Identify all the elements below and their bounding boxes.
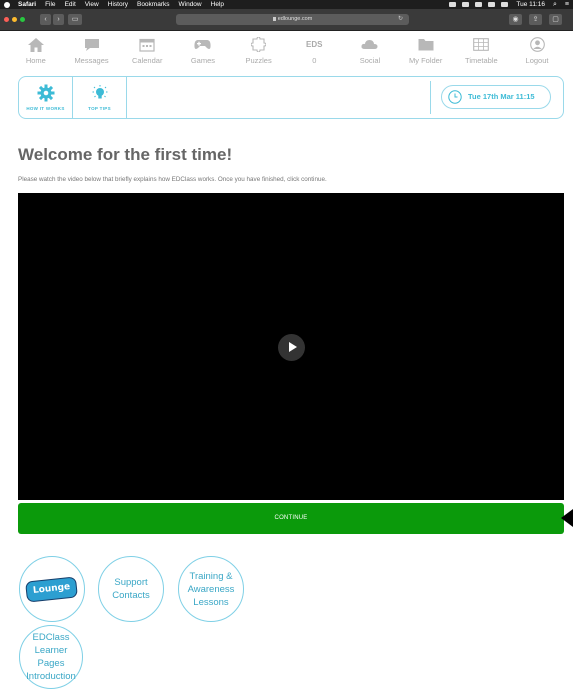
date-display: Tue 17th Mar 11:15 [441, 85, 551, 109]
zoom-window-icon[interactable] [20, 17, 25, 22]
label-line: Lessons [193, 596, 229, 608]
cloud-icon [361, 37, 379, 52]
label-line: Training & [189, 570, 233, 582]
status-area: Tue 11:16 ⌕ ≡ [443, 0, 569, 9]
nav-games[interactable]: Games [175, 31, 230, 71]
menu-view[interactable]: View [85, 0, 99, 9]
gamepad-icon [194, 37, 212, 52]
label-line: EDClass [32, 632, 70, 643]
nav-label: Puzzles [245, 56, 272, 65]
nav-puzzles[interactable]: Puzzles [231, 31, 286, 71]
menu-edit[interactable]: Edit [65, 0, 76, 9]
battery-icon[interactable] [501, 2, 509, 7]
forward-button[interactable]: › [53, 14, 64, 25]
macos-menu-bar: Safari File Edit View History Bookmarks … [0, 0, 573, 9]
top-tips-label: TOP TIPS [88, 106, 111, 111]
how-it-works-label: HOW IT WORKS [26, 106, 65, 111]
window-controls [4, 17, 28, 22]
address-url: edlounge.com [277, 16, 313, 22]
label-line: Contacts [112, 590, 150, 601]
gear-icon [37, 84, 54, 102]
nav-home[interactable]: Home [8, 31, 63, 71]
menu-history[interactable]: History [108, 0, 128, 9]
sidebar-button[interactable]: ▭ [68, 14, 82, 25]
divider [430, 81, 431, 114]
support-contacts-label: Support Contacts [112, 576, 150, 602]
share-button[interactable]: ⇪ [529, 14, 542, 25]
menu-bookmarks[interactable]: Bookmarks [137, 0, 170, 9]
lightbulb-icon [92, 85, 107, 99]
edclass-intro-label: EDClass Learner Pages Introduction [20, 631, 82, 683]
status-icon[interactable] [449, 2, 457, 7]
lock-icon [272, 16, 276, 21]
lounge-link[interactable]: Lounge [19, 556, 85, 622]
nav-label: Calendar [132, 56, 163, 65]
minimize-window-icon[interactable] [12, 17, 17, 22]
nav-label: Games [190, 56, 215, 65]
edclass-intro-link[interactable]: EDClass Learner Pages Introduction [19, 625, 83, 689]
status-icon[interactable] [462, 2, 470, 7]
nav-label: Home [25, 56, 46, 65]
date-text: Tue 17th Mar 11:15 [468, 92, 535, 101]
play-icon[interactable] [278, 334, 305, 361]
control-center-icon[interactable]: ≡ [565, 0, 569, 9]
nav-eds[interactable]: EDS 0 [287, 31, 342, 71]
top-tips-button[interactable]: TOP TIPS [73, 77, 127, 118]
user-icon [528, 37, 546, 52]
puzzle-icon [250, 37, 268, 52]
menu-safari[interactable]: Safari [18, 0, 36, 9]
nav-label: My Folder [408, 56, 443, 65]
support-contacts-link[interactable]: Support Contacts [98, 556, 164, 622]
status-icon[interactable] [475, 2, 483, 7]
label-line: Introduction [26, 671, 76, 682]
lounge-logo: Lounge [25, 575, 79, 603]
nav-my-folder[interactable]: My Folder [398, 31, 453, 71]
site-nav: Home Messages Calendar Games Puzzles EDS… [0, 31, 573, 71]
nav-calendar[interactable]: Calendar [120, 31, 175, 71]
messages-icon [83, 37, 101, 52]
how-it-works-button[interactable]: HOW IT WORKS [19, 77, 73, 118]
wifi-icon[interactable] [488, 2, 496, 7]
close-window-icon[interactable] [4, 17, 9, 22]
calendar-icon [138, 37, 156, 52]
menu-window[interactable]: Window [179, 0, 202, 9]
address-bar[interactable]: edlounge.com ↻ [176, 14, 409, 25]
folder-icon [417, 37, 435, 52]
menu-clock[interactable]: Tue 11:16 [516, 0, 545, 9]
menu-help[interactable]: Help [211, 0, 224, 9]
reload-icon[interactable]: ↻ [398, 14, 403, 25]
nav-label: Timetable [465, 56, 498, 65]
nav-label: Social [359, 56, 381, 65]
menu-file[interactable]: File [45, 0, 55, 9]
continue-button[interactable]: CONTINUE [18, 503, 564, 534]
nav-label: 0 [312, 56, 317, 65]
nav-label: Logout [525, 56, 549, 65]
apple-icon[interactable] [4, 1, 10, 8]
label-line: Learner Pages [34, 645, 68, 669]
back-button[interactable]: ‹ [40, 14, 51, 25]
training-awareness-link[interactable]: Training & Awareness Lessons [178, 556, 244, 622]
nav-social[interactable]: Social [342, 31, 397, 71]
training-awareness-label: Training & Awareness Lessons [188, 570, 235, 609]
nav-label: Messages [74, 56, 109, 65]
browser-toolbar: ‹ › ▭ edlounge.com ↻ ◉ ⇪ ▢ [0, 9, 573, 31]
home-icon [27, 37, 45, 52]
tabs-button[interactable]: ▢ [549, 14, 562, 25]
eds-icon: EDS [306, 40, 323, 49]
intro-text: Please watch the video below that briefl… [18, 176, 327, 183]
timetable-icon [472, 37, 490, 52]
label-line: Awareness [187, 583, 235, 595]
spotlight-icon[interactable]: ⌕ [553, 0, 557, 9]
clock-icon [448, 90, 462, 104]
tips-bar: HOW IT WORKS TOP TIPS Tue 17th Mar 11:15 [18, 76, 564, 119]
label-line: Support [114, 577, 148, 588]
nav-timetable[interactable]: Timetable [454, 31, 509, 71]
nav-logout[interactable]: Logout [510, 31, 565, 71]
nav-messages[interactable]: Messages [64, 31, 119, 71]
page-title: Welcome for the first time! [18, 145, 233, 164]
mouse-pointer-icon [561, 509, 573, 527]
shield-button[interactable]: ◉ [509, 14, 522, 25]
